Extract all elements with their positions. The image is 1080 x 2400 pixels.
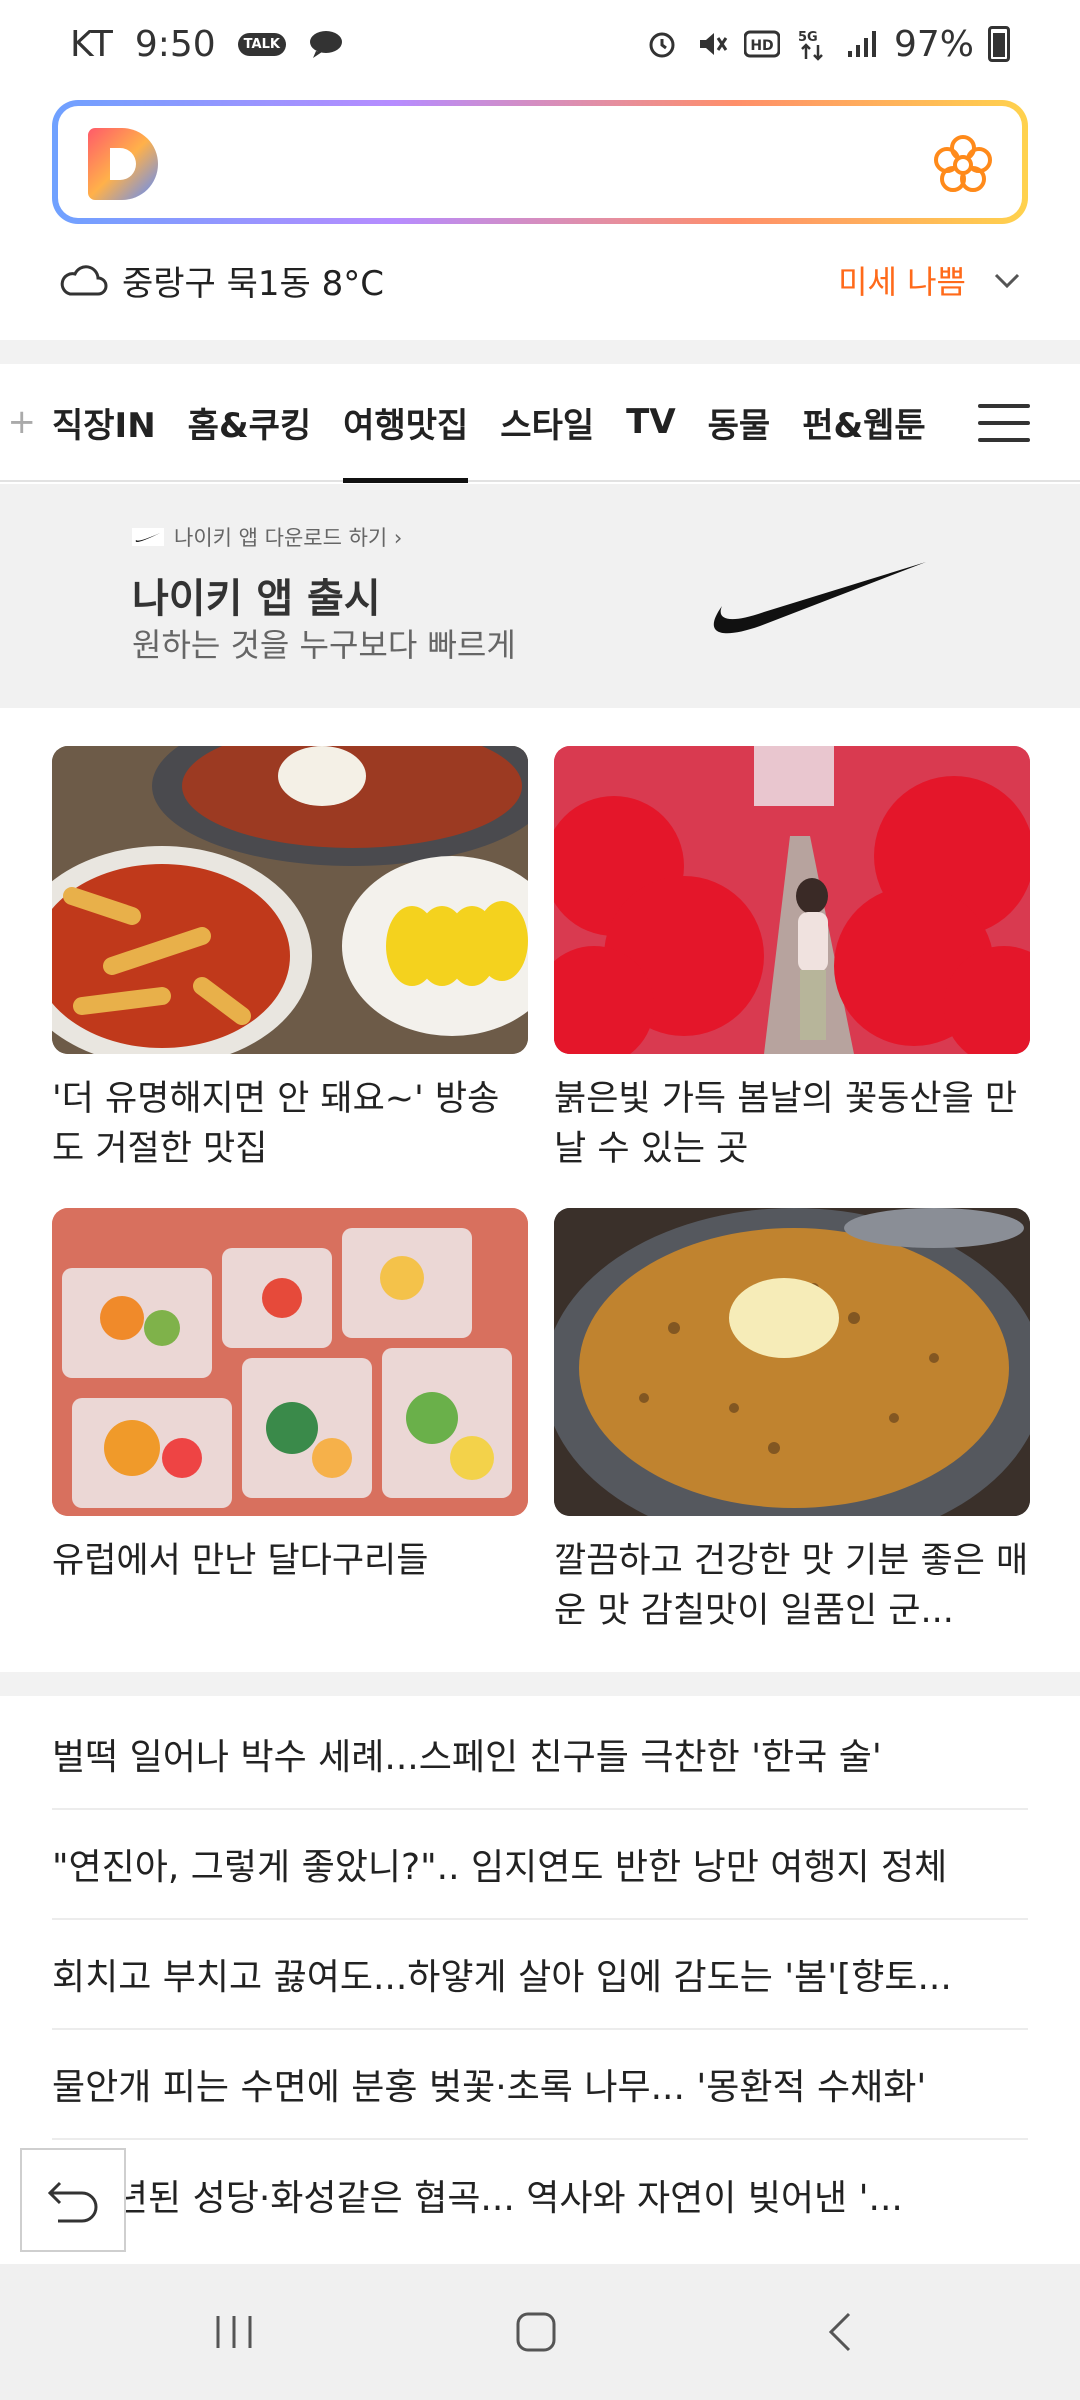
card-item[interactable]: 깔끔하고 건강한 맛 기분 좋은 매운 맛 감칠맛이 일품인 군... — [554, 1208, 1030, 1636]
signal-icon — [844, 26, 880, 62]
nike-logo-icon — [713, 562, 926, 634]
section-divider — [0, 340, 1080, 364]
news-item[interactable]: 벌떡 일어나 박수 세례...스페인 친구들 극찬한 '한국 술' — [52, 1700, 1028, 1810]
hd-icon: HD — [743, 26, 780, 62]
news-item[interactable]: 회치고 부치고 끓여도...하얗게 살아 입에 감도는 '봄'[향토... — [52, 1920, 1028, 2030]
card-item[interactable]: 붉은빛 가득 봄날의 꽃동산을 만날 수 있는 곳 — [554, 746, 1030, 1174]
tab-animals[interactable]: 동물 — [692, 363, 787, 481]
news-list: 벌떡 일어나 박수 세례...스페인 친구들 극찬한 '한국 술' "연진아, … — [52, 1700, 1028, 2250]
card-caption[interactable]: 붉은빛 가득 봄날의 꽃동산을 만날 수 있는 곳 — [554, 1074, 1030, 1174]
daum-logo[interactable] — [88, 128, 158, 200]
news-item[interactable]: 물안개 피는 수면에 분홍 벚꽃·초록 나무... '몽환적 수채화' — [52, 2030, 1028, 2140]
plus-icon[interactable]: + — [0, 402, 37, 442]
card-caption[interactable]: '더 유명해지면 안 돼요~' 방송도 거절한 맛집 — [52, 1074, 528, 1174]
svg-text:5G: 5G — [798, 30, 818, 45]
tab-tv[interactable]: TV — [610, 363, 692, 481]
nike-swoosh-icon — [132, 528, 164, 546]
carrier-label: KT — [70, 23, 113, 65]
cloud-icon — [60, 265, 108, 296]
weather-location: 중랑구 묵1동 8°C — [122, 263, 385, 304]
battery-label: 97% — [893, 23, 974, 65]
talk-icon: TALK — [237, 32, 286, 56]
chat-icon — [308, 26, 344, 62]
alarm-icon — [644, 26, 680, 62]
card-item[interactable]: '더 유명해지면 안 돼요~' 방송도 거절한 맛집 — [52, 746, 528, 1174]
card-image-rice[interactable] — [554, 1208, 1030, 1516]
flower-icon[interactable] — [932, 134, 994, 196]
ad-download-link[interactable]: 나이키 앱 다운로드 하기 › — [174, 522, 402, 552]
mute-icon — [694, 26, 730, 62]
card-image-food[interactable] — [52, 746, 528, 1054]
card-image-flowers[interactable] — [554, 746, 1030, 1054]
card-item[interactable]: 유럽에서 만난 달다구리들 — [52, 1208, 528, 1586]
tab-home-cooking[interactable]: 홈&쿠킹 — [172, 363, 328, 481]
back-float-button[interactable] — [20, 2148, 126, 2252]
back-icon — [828, 2312, 851, 2352]
tab-style[interactable]: 스타일 — [484, 363, 610, 481]
hamburger-menu-icon[interactable] — [978, 404, 1030, 442]
card-caption[interactable]: 유럽에서 만난 달다구리들 — [52, 1536, 528, 1586]
search-bar[interactable] — [52, 100, 1028, 224]
recent-apps-button[interactable] — [204, 2308, 264, 2356]
ad-subtitle: 원하는 것을 누구보다 빠르게 — [132, 626, 516, 664]
card-caption[interactable]: 깔끔하고 건강한 맛 기분 좋은 매운 맛 감칠맛이 일품인 군... — [554, 1536, 1030, 1636]
time-label: 9:50 — [134, 23, 216, 65]
section-divider — [0, 1672, 1080, 1696]
system-nav-bar — [0, 2264, 1080, 2400]
status-bar: KT 9:50 TALK HD 5G 97% — [0, 0, 1080, 88]
battery-icon — [988, 26, 1010, 62]
news-item[interactable]: "연진아, 그렇게 좋았니?".. 임지연도 반한 낭만 여행지 정체 — [52, 1810, 1028, 1920]
ad-banner[interactable]: 나이키 앱 다운로드 하기 › 나이키 앱 출시 원하는 것을 누구보다 빠르게 — [0, 484, 1080, 708]
news-item[interactable]: 0년된 성당·화성같은 협곡... 역사와 자연이 빚어낸 '... — [52, 2140, 1028, 2250]
tab-work[interactable]: 직장IN — [36, 363, 172, 481]
svg-text:HD: HD — [750, 38, 773, 54]
ad-title: 나이키 앱 출시 — [132, 576, 381, 622]
card-image-sweets[interactable] — [52, 1208, 528, 1516]
tab-fun-webtoon[interactable]: 펀&웹툰 — [786, 363, 942, 481]
tab-travel-food[interactable]: 여행맛집 — [327, 363, 484, 483]
weather-row[interactable]: 중랑구 묵1동 8°C 미세 나쁨 — [58, 250, 1022, 310]
home-icon — [516, 2312, 556, 2352]
chevron-down-icon[interactable] — [992, 265, 1022, 295]
home-button[interactable] — [506, 2308, 566, 2356]
category-tabs: + 직장IN 홈&쿠킹 여행맛집 스타일 TV 동물 펀&웹툰 — [0, 363, 1080, 483]
dust-status: 미세 나쁨 — [838, 263, 966, 301]
5g-icon: 5G — [794, 26, 830, 62]
back-button[interactable] — [810, 2308, 870, 2356]
undo-arrow-icon — [47, 2181, 98, 2223]
recent-apps-icon — [216, 2316, 252, 2348]
